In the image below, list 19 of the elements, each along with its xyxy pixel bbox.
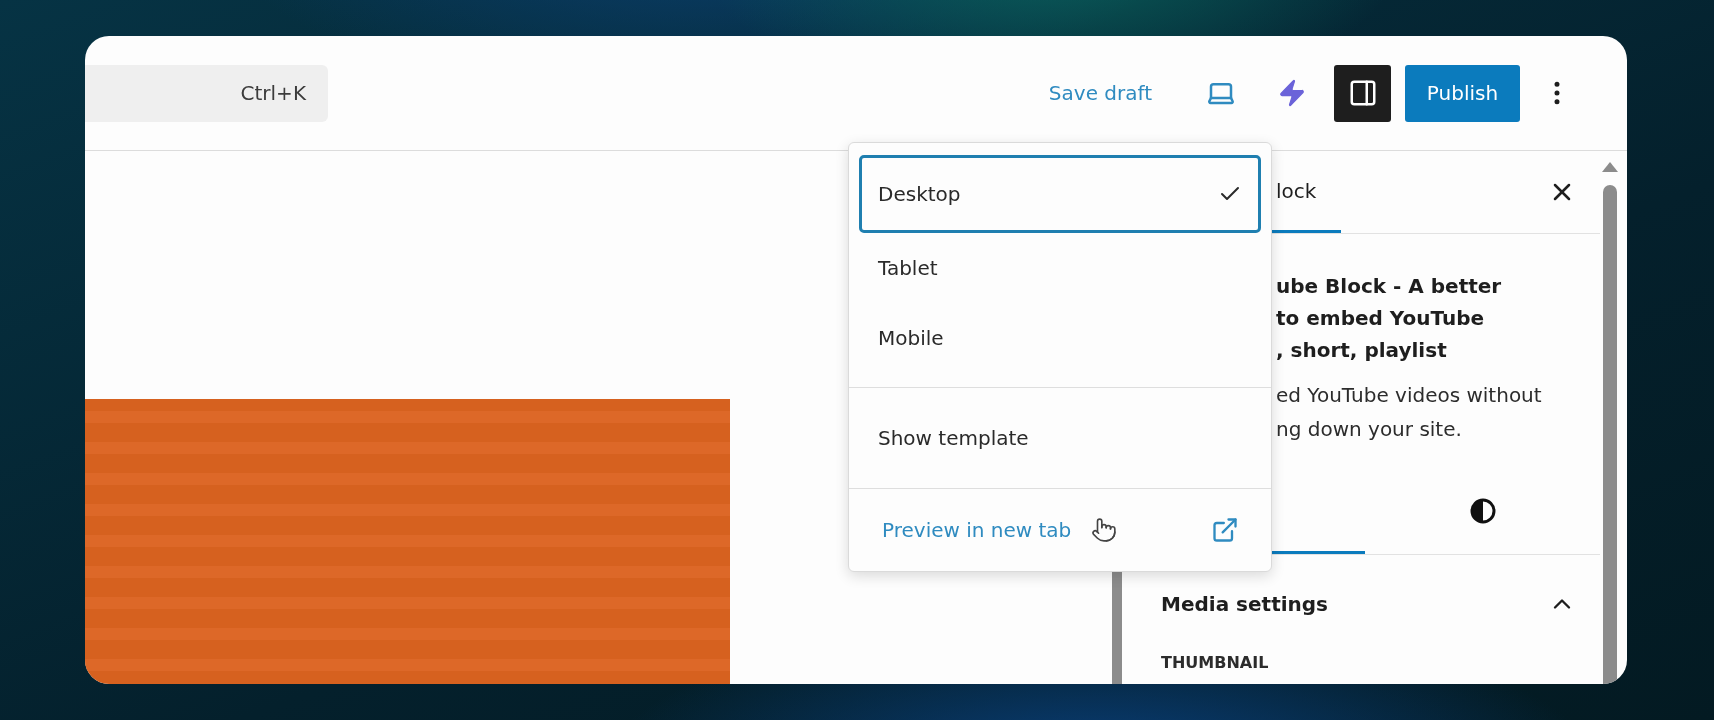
command-search-field[interactable]: Ctrl+K (85, 64, 328, 122)
device-menu-item[interactable]: Tablet (859, 233, 1261, 303)
sidebar-toggle-button[interactable] (1334, 64, 1391, 122)
scroll-up-icon[interactable] (1602, 162, 1618, 172)
device-menu-item[interactable]: Mobile (859, 303, 1261, 373)
block-description-line: ed YouTube videos without (1276, 382, 1543, 409)
block-description-line: ng down your site. (1276, 416, 1463, 443)
hand-cursor-icon (1091, 517, 1118, 543)
show-template-item[interactable]: Show template (859, 388, 1261, 488)
publish-button[interactable]: Publish (1405, 64, 1520, 122)
block-title-line: to embed YouTube (1276, 305, 1486, 332)
save-draft-link[interactable]: Save draft (1042, 80, 1158, 106)
scrollbar-thumb[interactable] (1603, 185, 1617, 684)
external-link-icon (1211, 516, 1239, 544)
thumbnail-label: THUMBNAIL (1160, 653, 1270, 672)
block-title-line: ube Block - A better (1276, 273, 1503, 300)
half-circle-icon (1468, 497, 1497, 525)
device-menu-item[interactable]: Desktop (859, 155, 1261, 233)
block-title-line: , short, playlist (1276, 337, 1448, 364)
